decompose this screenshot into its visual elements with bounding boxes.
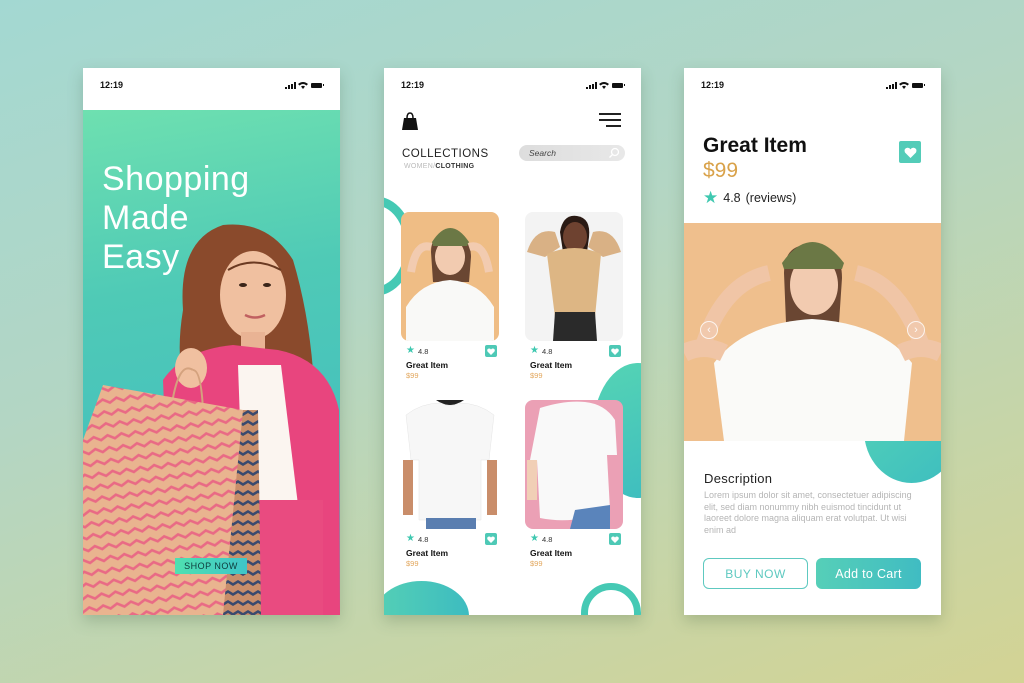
product-meta: ★ 4.8 Great Item $99 — [525, 533, 625, 573]
product-image-carousel: ‹ › — [684, 223, 941, 441]
signal-icon — [886, 81, 897, 89]
wifi-icon — [298, 82, 308, 89]
product-rating: ★ 4.8 — [406, 534, 428, 544]
favorite-heart-icon[interactable] — [485, 345, 497, 357]
shopping-bag-icon[interactable] — [402, 112, 418, 130]
search-icon[interactable] — [608, 147, 620, 159]
status-bar: 12:19 — [384, 68, 641, 110]
product-price: $99 — [530, 371, 543, 380]
star-icon: ★ — [406, 345, 415, 356]
star-icon: ★ — [703, 188, 719, 207]
breadcrumb-parent[interactable]: WOMEN — [404, 163, 433, 170]
breadcrumb-current: CLOTHING — [435, 163, 475, 170]
product-image — [525, 400, 623, 529]
rating-value: 4.8 — [541, 534, 553, 544]
product-meta: ★ 4.8 Great Item $99 — [525, 345, 625, 385]
status-icons — [285, 81, 324, 89]
signal-icon — [586, 81, 597, 89]
rating-value: 4.8 — [417, 346, 429, 356]
product-price: $99 — [406, 559, 419, 568]
search-box — [519, 145, 625, 161]
favorite-heart-icon[interactable] — [609, 533, 621, 545]
description-text: Lorem ipsum dolor sit amet, consectetuer… — [704, 490, 912, 535]
status-bar: 12:19 — [83, 68, 340, 110]
product-rating: ★ 4.8 — [530, 534, 552, 544]
rating-value: 4.8 — [541, 346, 553, 356]
product-meta: ★ 4.8 Great Item $99 — [401, 345, 501, 385]
battery-icon — [912, 82, 925, 88]
product-card[interactable]: ★ 4.8 Great Item $99 — [525, 212, 625, 385]
rating-value: 4.8 — [417, 534, 429, 544]
favorite-heart-icon[interactable] — [485, 533, 497, 545]
product-name[interactable]: Great Item — [530, 360, 572, 370]
star-icon: ★ — [406, 533, 415, 544]
rating-value: 4.8 — [723, 190, 741, 205]
battery-icon — [311, 82, 324, 88]
buy-now-button[interactable]: BUY NOW — [703, 558, 808, 589]
welcome-screen: 12:19 Shopping Made Easy SHOP NOW — [83, 68, 340, 615]
product-detail-screen: 12:19 Great Item $99 ★ 4.8 (reviews) ‹ › — [684, 68, 941, 615]
favorite-heart-icon[interactable] — [899, 141, 921, 163]
chevron-right-icon[interactable]: › — [907, 321, 925, 339]
description-heading: Description — [704, 471, 773, 486]
hamburger-menu-icon[interactable] — [599, 113, 621, 127]
reviews-link[interactable]: (reviews) — [746, 191, 797, 205]
star-icon: ★ — [530, 345, 539, 356]
wifi-icon — [899, 82, 909, 89]
hero-banner: Shopping Made Easy SHOP NOW — [83, 110, 340, 615]
signal-icon — [285, 81, 296, 89]
product-price: $99 — [406, 371, 419, 380]
page-title: COLLECTIONS — [402, 148, 489, 160]
product-name[interactable]: Great Item — [406, 360, 448, 370]
breadcrumb: WOMEN/CLOTHING — [404, 163, 474, 170]
product-name[interactable]: Great Item — [406, 548, 448, 558]
product-name[interactable]: Great Item — [530, 548, 572, 558]
product-image — [525, 212, 623, 341]
shop-now-button[interactable]: SHOP NOW — [175, 558, 247, 574]
product-card[interactable]: ★ 4.8 Great Item $99 — [401, 212, 501, 385]
status-time: 12:19 — [401, 80, 425, 90]
chevron-left-icon[interactable]: ‹ — [700, 321, 718, 339]
product-price: $99 — [703, 159, 739, 182]
favorite-heart-icon[interactable] — [609, 345, 621, 357]
wifi-icon — [599, 82, 609, 89]
model-photo — [83, 224, 340, 615]
collections-screen: 12:19 COLLECTIONS WOMEN/CLOTHING Search … — [384, 68, 641, 615]
status-bar: 12:19 — [684, 68, 941, 110]
product-meta: ★ 4.8 Great Item $99 — [401, 533, 501, 573]
status-icons — [886, 81, 925, 89]
status-time: 12:19 — [100, 80, 124, 90]
decor-circle — [384, 581, 469, 615]
product-image — [401, 400, 499, 529]
product-rating: ★ 4.8 — [530, 346, 552, 356]
product-price: $99 — [530, 559, 543, 568]
battery-icon — [612, 82, 625, 88]
product-card[interactable]: ★ 4.8 Great Item $99 — [401, 400, 501, 573]
decor-ring — [581, 583, 641, 615]
product-card[interactable]: ★ 4.8 Great Item $99 — [525, 400, 625, 573]
product-rating: ★ 4.8 — [406, 346, 428, 356]
add-to-cart-button[interactable]: Add to Cart — [816, 558, 921, 589]
product-image — [401, 212, 499, 341]
product-rating[interactable]: ★ 4.8 (reviews) — [703, 189, 796, 206]
star-icon: ★ — [530, 533, 539, 544]
search-input[interactable] — [529, 148, 604, 158]
status-time: 12:19 — [701, 80, 725, 90]
status-icons — [586, 81, 625, 89]
product-title: Great Item — [703, 134, 807, 157]
